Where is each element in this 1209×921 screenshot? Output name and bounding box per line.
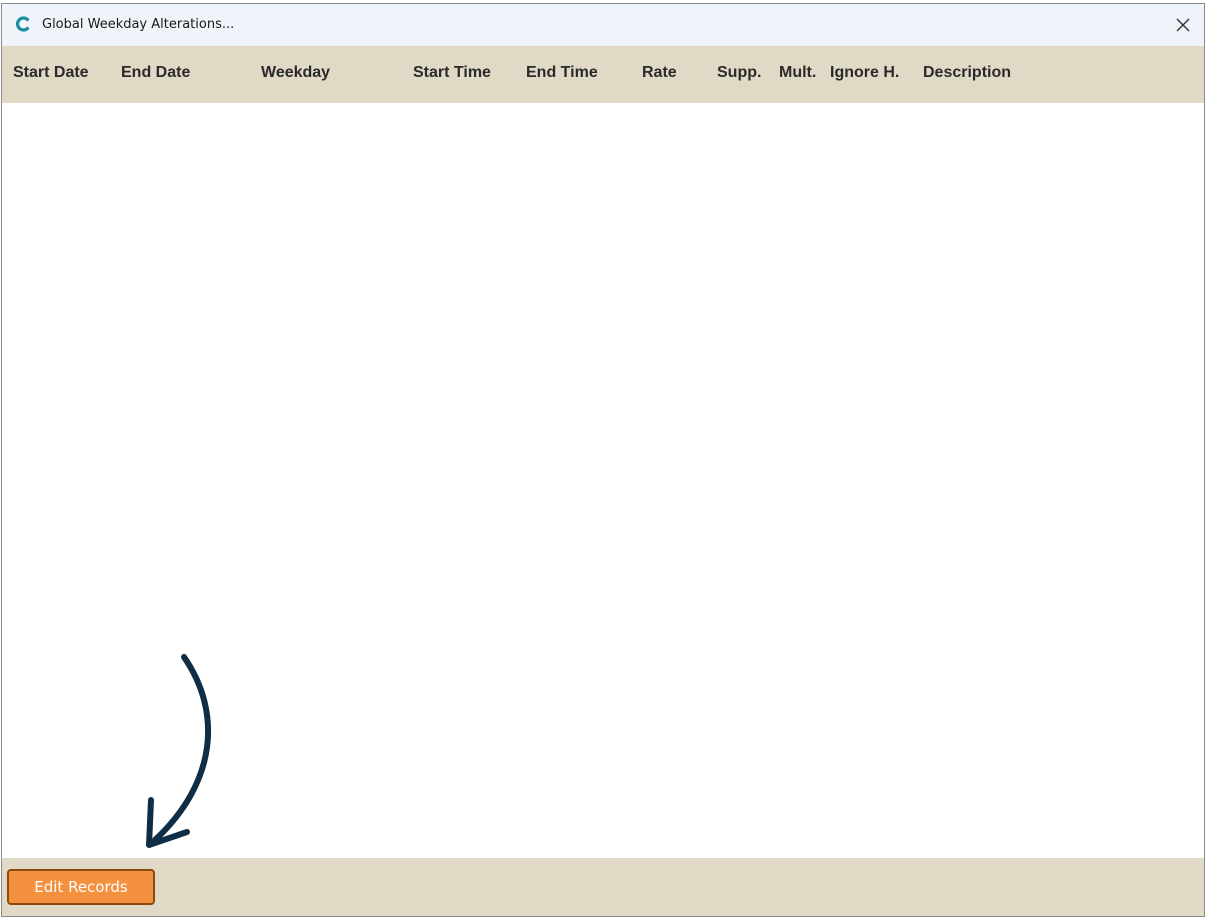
- column-header-end-time[interactable]: End Time: [526, 64, 598, 82]
- column-header-description[interactable]: Description: [923, 64, 1011, 82]
- curved-arrow-icon: [146, 654, 212, 848]
- window-title: Global Weekday Alterations...: [42, 17, 235, 32]
- column-header-mult[interactable]: Mult.: [779, 64, 816, 82]
- title-bar[interactable]: Global Weekday Alterations...: [2, 4, 1204, 46]
- column-header-start-date[interactable]: Start Date: [13, 64, 89, 82]
- column-header-end-date[interactable]: End Date: [121, 64, 190, 82]
- close-button[interactable]: [1162, 4, 1204, 46]
- column-header-rate[interactable]: Rate: [642, 64, 677, 82]
- table-header: Start Date End Date Weekday Start Time E…: [2, 46, 1204, 103]
- column-header-ignore-h[interactable]: Ignore H.: [830, 64, 899, 82]
- column-header-supp[interactable]: Supp.: [717, 64, 761, 82]
- edit-records-button[interactable]: Edit Records: [7, 869, 155, 905]
- footer-bar: Edit Records: [2, 858, 1204, 916]
- column-header-weekday[interactable]: Weekday: [261, 64, 330, 82]
- close-icon: [1176, 18, 1190, 32]
- column-header-start-time[interactable]: Start Time: [413, 64, 491, 82]
- dialog-window: Global Weekday Alterations... Start Date…: [1, 3, 1205, 917]
- app-logo-icon: [15, 16, 30, 32]
